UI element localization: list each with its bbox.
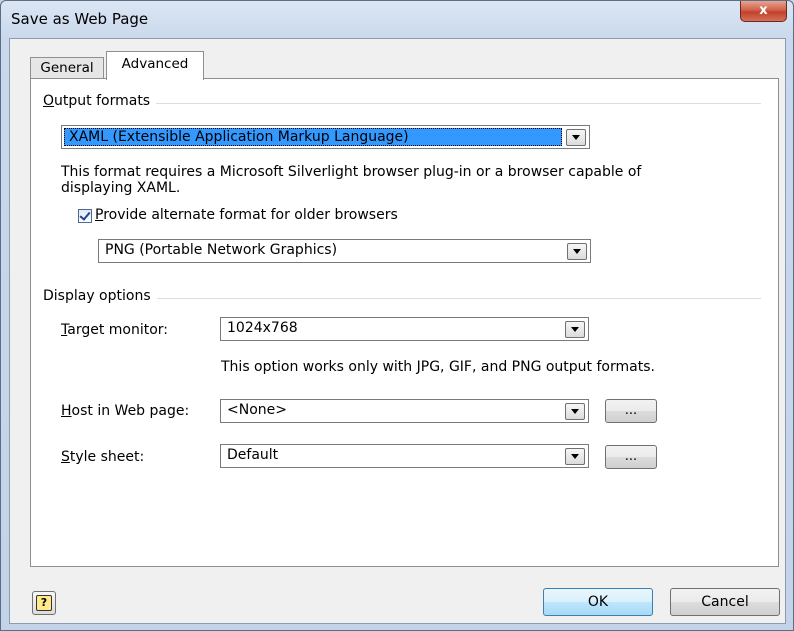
host-in-web-page-label: Host in Web page: xyxy=(61,403,190,419)
display-options-group-label: Display options xyxy=(43,288,157,304)
alternate-format-value: PNG (Portable Network Graphics) xyxy=(105,242,338,258)
target-monitor-select[interactable]: 1024x768 xyxy=(220,317,589,341)
title-bar[interactable]: Save as Web Page x xyxy=(1,1,793,37)
close-button[interactable]: x xyxy=(740,1,787,22)
target-monitor-label: Target monitor: xyxy=(61,322,169,338)
advanced-tab-panel: Output formats XAML (Extensible Applicat… xyxy=(30,78,779,567)
output-formats-group-label: Output formats xyxy=(43,93,157,109)
save-as-web-page-dialog: Save as Web Page x General Advanced Outp… xyxy=(0,0,794,631)
tab-general-label: General xyxy=(40,60,94,76)
host-browse-button[interactable]: ... xyxy=(605,399,657,423)
close-icon: x xyxy=(759,3,768,18)
chevron-down-icon[interactable] xyxy=(566,129,586,146)
chevron-down-icon[interactable] xyxy=(567,243,587,260)
tab-advanced[interactable]: Advanced xyxy=(106,51,204,80)
chevron-down-icon[interactable] xyxy=(565,321,585,338)
target-monitor-value: 1024x768 xyxy=(227,320,298,336)
ok-button[interactable]: OK xyxy=(543,588,653,616)
alternate-format-label[interactable]: Provide alternate format for older brows… xyxy=(95,207,398,223)
host-in-web-page-value: <None> xyxy=(227,402,287,418)
chevron-down-icon[interactable] xyxy=(565,448,585,465)
dialog-client-area: General Advanced Output formats XAML (Ex… xyxy=(9,38,786,624)
format-description-line2: displaying XAML. xyxy=(61,180,181,196)
style-sheet-browse-button[interactable]: ... xyxy=(605,445,657,469)
cancel-button[interactable]: Cancel xyxy=(670,588,780,616)
help-icon: ? xyxy=(36,595,52,611)
style-sheet-label: Style sheet: xyxy=(61,449,145,465)
help-button[interactable]: ? xyxy=(32,591,56,615)
style-sheet-value: Default xyxy=(227,447,279,463)
style-sheet-select[interactable]: Default xyxy=(220,444,589,468)
tab-general[interactable]: General xyxy=(30,57,104,79)
alternate-format-select[interactable]: PNG (Portable Network Graphics) xyxy=(98,239,591,263)
format-description-line1: This format requires a Microsoft Silverl… xyxy=(61,164,642,180)
output-format-value: XAML (Extensible Application Markup Lang… xyxy=(69,129,409,145)
output-format-select[interactable]: XAML (Extensible Application Markup Lang… xyxy=(61,125,590,149)
alternate-format-checkbox[interactable] xyxy=(78,209,92,223)
tab-advanced-label: Advanced xyxy=(121,56,189,72)
dialog-title: Save as Web Page xyxy=(11,10,149,28)
host-in-web-page-select[interactable]: <None> xyxy=(220,399,589,423)
chevron-down-icon[interactable] xyxy=(565,403,585,420)
target-monitor-note: This option works only with JPG, GIF, an… xyxy=(221,359,655,375)
output-format-selection-highlight: XAML (Extensible Application Markup Lang… xyxy=(64,128,562,146)
